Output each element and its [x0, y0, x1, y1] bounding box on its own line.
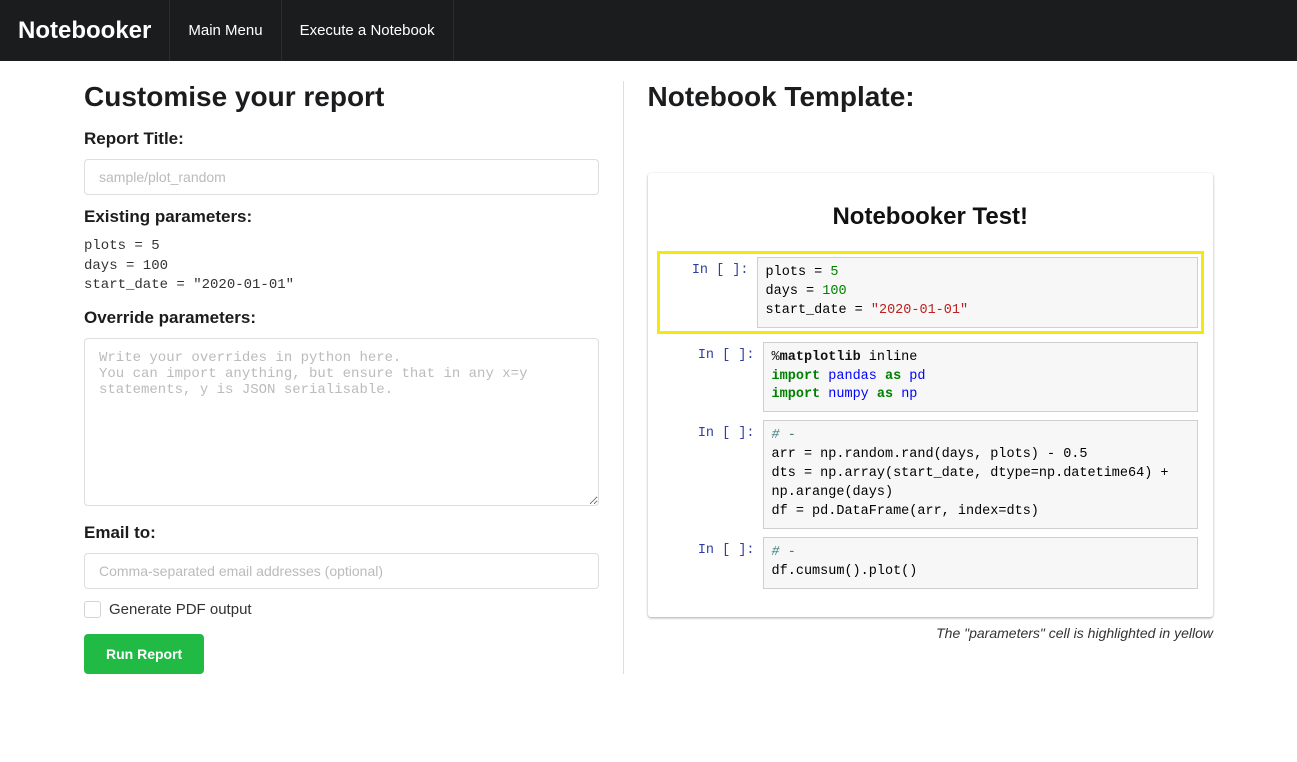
brand-logo[interactable]: Notebooker [0, 0, 170, 61]
template-heading: Notebook Template: [648, 81, 1213, 113]
override-params-input[interactable] [84, 338, 599, 506]
pdf-checkbox[interactable] [84, 601, 101, 618]
report-title-field: Report Title: [84, 129, 599, 195]
top-navbar: Notebooker Main Menu Execute a Notebook [0, 0, 1297, 61]
cell-prompt: In [ ]: [663, 257, 757, 328]
pdf-checkbox-row: Generate PDF output [84, 601, 599, 618]
run-report-button[interactable]: Run Report [84, 634, 204, 674]
cell-prompt: In [ ]: [663, 420, 763, 528]
notebook-cell-plot: In [ ]: # - df.cumsum().plot() [663, 537, 1198, 589]
email-field: Email to: [84, 523, 599, 589]
nav-main-menu[interactable]: Main Menu [170, 0, 281, 61]
cell-code: # - arr = np.random.rand(days, plots) - … [763, 420, 1198, 528]
email-input[interactable] [84, 553, 599, 589]
existing-params-field: Existing parameters: plots = 5 days = 10… [84, 207, 599, 296]
email-label: Email to: [84, 523, 599, 543]
cell-code: # - df.cumsum().plot() [763, 537, 1198, 589]
nav-execute-notebook[interactable]: Execute a Notebook [282, 0, 454, 61]
override-params-field: Override parameters: [84, 308, 599, 511]
existing-params-label: Existing parameters: [84, 207, 599, 227]
notebook-cell-setup: In [ ]: # - arr = np.random.rand(days, p… [663, 420, 1198, 528]
main-container: Customise your report Report Title: Exis… [0, 61, 1297, 694]
report-title-input[interactable] [84, 159, 599, 195]
report-title-label: Report Title: [84, 129, 599, 149]
template-panel: Notebook Template: Notebooker Test! In [… [623, 81, 1297, 674]
existing-params-value: plots = 5 days = 100 start_date = "2020-… [84, 237, 599, 296]
cell-prompt: In [ ]: [663, 537, 763, 589]
cell-prompt: In [ ]: [663, 342, 763, 413]
notebook-preview: Notebooker Test! In [ ]: plots = 5 days … [648, 173, 1213, 617]
customise-panel: Customise your report Report Title: Exis… [0, 81, 623, 674]
pdf-checkbox-label[interactable]: Generate PDF output [109, 601, 252, 618]
customise-heading: Customise your report [84, 81, 599, 113]
override-params-label: Override parameters: [84, 308, 599, 328]
cell-code: plots = 5 days = 100 start_date = "2020-… [757, 257, 1198, 328]
notebook-cell-imports: In [ ]: %matplotlib inline import pandas… [663, 342, 1198, 413]
notebook-title: Notebooker Test! [663, 203, 1198, 231]
cell-code: %matplotlib inline import pandas as pd i… [763, 342, 1198, 413]
notebook-cell-parameters: In [ ]: plots = 5 days = 100 start_date … [657, 251, 1204, 334]
preview-caption: The "parameters" cell is highlighted in … [648, 625, 1213, 641]
